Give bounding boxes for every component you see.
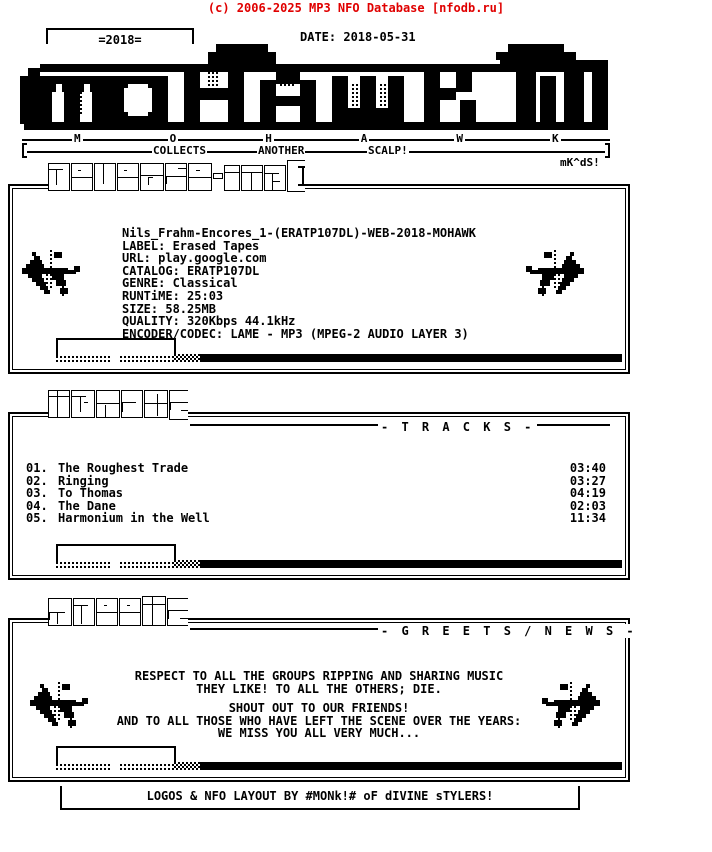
release-info-text: Nils_Frahm-Encores_1-(ERATP107DL)-WEB-20… [122, 226, 477, 341]
track-duration: 03:40 [569, 461, 606, 475]
track-row: 01. The Roughest Trade 03:40 [26, 462, 606, 475]
release-date: DATE: 2018-05-31 [300, 30, 416, 44]
greets-line: RESPECT TO ALL THE GROUPS RIPPING AND SH… [134, 669, 504, 683]
greets-section-label: - G R E E T S / N E W S - [378, 624, 640, 638]
tagline-scalp: SCALP! [367, 144, 409, 157]
track-title: The Roughest Trade [58, 461, 189, 475]
arrow-ornament-left [22, 250, 82, 298]
track-duration: 11:34 [569, 511, 606, 526]
tracks-bar-notch [56, 544, 176, 562]
footer-credit-box: LOGOS & NFO LAYOUT BY #MONk!# oF dIVINE … [60, 786, 580, 810]
track-number: 05. [26, 511, 48, 526]
track-duration: 04:19 [569, 486, 606, 501]
track-row: 03. To Thomas 04:19 [26, 487, 606, 500]
greets-line: THEY LIKE! TO ALL THE OTHERS; DIE. [196, 681, 442, 696]
release-bar-notch [56, 338, 176, 356]
letter-row-rule [22, 139, 610, 141]
footer-credit-text: LOGOS & NFO LAYOUT BY #MONk!# oF dIVINE … [146, 789, 494, 803]
track-title: Harmonium in the Well [58, 511, 210, 526]
tracks-section-label: - T R A C K S - [378, 420, 538, 434]
track-list: 01. The Roughest Trade 03:40 02. Ringing 03:2… [26, 462, 606, 525]
arrow-ornament-right [524, 250, 584, 298]
greets-text: RESPECT TO ALL THE GROUPS RIPPING AND SH… [8, 670, 630, 740]
tagline-rule [27, 151, 605, 153]
release-info-ascii-heading [48, 160, 305, 193]
group-tagline-row: COLLECTS ANOTHER SCALP! [22, 143, 610, 159]
track-number: 01. [26, 461, 48, 475]
database-banner: (c) 2006-2025 MP3 NFO Database [nfodb.ru… [207, 1, 505, 15]
tagline-another: ANOTHER [257, 144, 306, 157]
tagline-collects: COLLECTS [152, 144, 207, 157]
tracks-ascii-heading [48, 390, 188, 421]
track-number: 03. [26, 486, 48, 501]
mohawk-group-logo [16, 44, 616, 132]
track-row: 05. Harmonium in the Well 11:34 [26, 512, 606, 525]
greets-line: SHOUT OUT TO OUR FRIENDS! [228, 701, 410, 716]
tagline-bracket-right [605, 143, 610, 158]
greets-line: WE MISS YOU ALL VERY MUCH... [217, 726, 421, 741]
artist-signature: mK^dS! [560, 156, 600, 169]
track-title: To Thomas [58, 486, 124, 501]
greets-bar-notch [56, 746, 176, 764]
greets-ascii-heading [48, 596, 188, 629]
